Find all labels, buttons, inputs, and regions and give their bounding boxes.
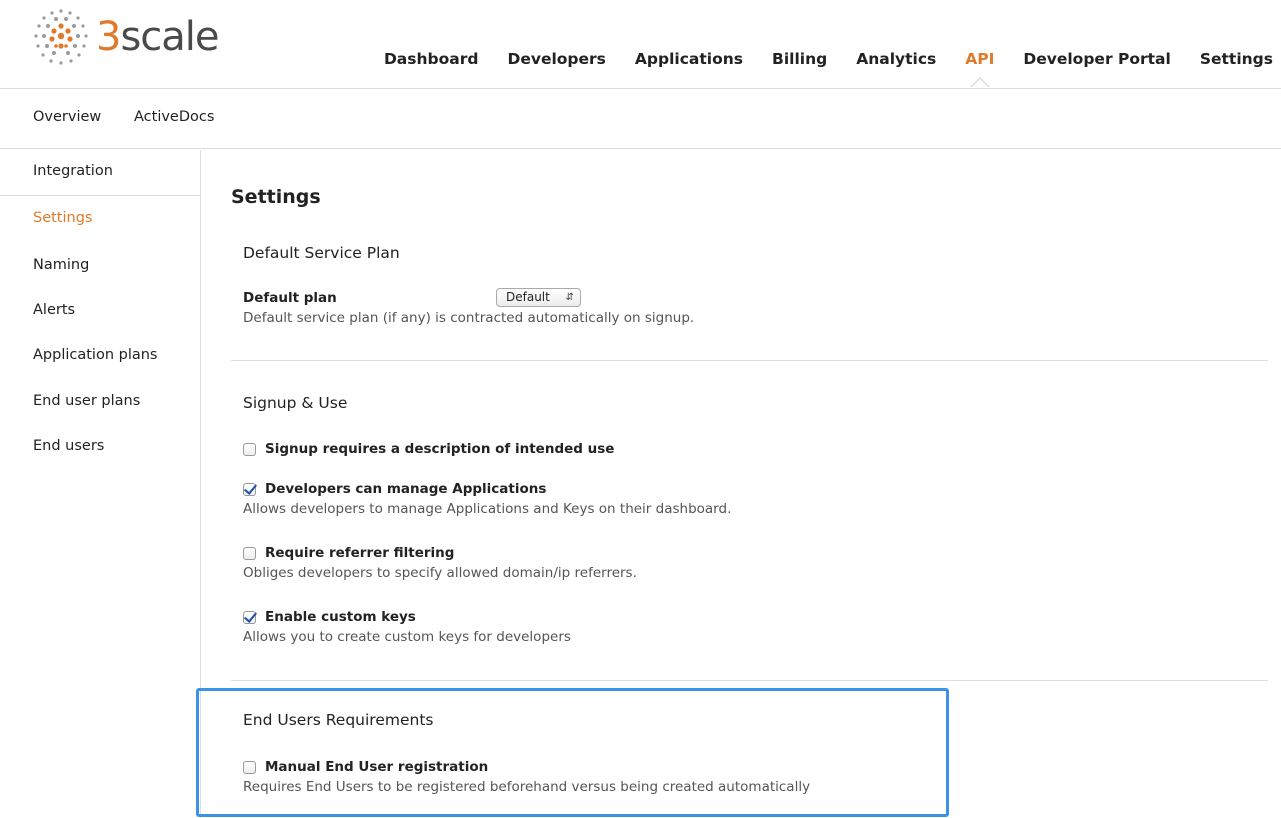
sidebar-item-application-plans[interactable]: Application plans xyxy=(33,347,158,363)
section-signup-use: Signup & Use xyxy=(243,394,348,412)
section-default-service-plan: Default Service Plan xyxy=(243,244,400,262)
nav-api-label: API xyxy=(965,50,995,68)
checkbox-manage-applications[interactable] xyxy=(243,482,256,496)
default-plan-label: Default plan xyxy=(243,290,337,306)
option-referrer-filtering[interactable]: Require referrer filtering xyxy=(243,545,454,561)
active-caret-inner xyxy=(970,79,989,88)
top-header: 3scale Dashboard Developers Applications… xyxy=(0,0,1281,89)
sidebar-item-end-users[interactable]: End users xyxy=(33,438,104,454)
checkbox-manual-end-user-registration[interactable] xyxy=(243,760,256,774)
option-label: Developers can manage Applications xyxy=(265,481,547,497)
logo-word: scale xyxy=(120,14,219,60)
subnav-overview[interactable]: Overview xyxy=(33,109,101,125)
section-end-users-requirements: End Users Requirements xyxy=(243,711,434,729)
checkbox-signup-description[interactable] xyxy=(243,442,256,456)
checkbox-referrer-filtering[interactable] xyxy=(243,546,256,560)
nav-settings[interactable]: Settings xyxy=(1200,50,1273,68)
option-hint: Allows you to create custom keys for dev… xyxy=(243,629,571,645)
logo-dots-icon xyxy=(34,9,88,65)
default-plan-hint: Default service plan (if any) is contrac… xyxy=(243,310,695,326)
sidebar-item-naming[interactable]: Naming xyxy=(33,257,89,273)
main-nav: Dashboard Developers Applications Billin… xyxy=(355,50,1273,88)
page-title: Settings xyxy=(231,186,321,208)
nav-analytics[interactable]: Analytics xyxy=(856,50,936,68)
section-divider xyxy=(231,680,1268,681)
nav-developers[interactable]: Developers xyxy=(507,50,605,68)
subnav-activedocs[interactable]: ActiveDocs xyxy=(134,109,214,125)
option-label: Enable custom keys xyxy=(265,609,416,625)
sidebar-item-settings[interactable]: Settings xyxy=(33,210,92,226)
logo[interactable]: 3scale xyxy=(30,6,220,68)
select-arrows-icon: ⇵ xyxy=(565,292,574,303)
option-manual-end-user-registration[interactable]: Manual End User registration xyxy=(243,759,488,775)
nav-api[interactable]: API xyxy=(965,50,995,88)
option-hint: Obliges developers to specify allowed do… xyxy=(243,565,637,581)
default-plan-value: Default xyxy=(506,290,550,304)
highlight-box xyxy=(196,688,949,817)
nav-applications[interactable]: Applications xyxy=(635,50,743,68)
logo-prefix: 3 xyxy=(96,14,121,60)
section-divider xyxy=(231,360,1268,361)
sidebar-item-alerts[interactable]: Alerts xyxy=(33,302,75,318)
option-hint: Allows developers to manage Applications… xyxy=(243,501,732,517)
option-label: Signup requires a description of intende… xyxy=(265,441,615,457)
option-label: Manual End User registration xyxy=(265,759,489,775)
option-custom-keys[interactable]: Enable custom keys xyxy=(243,609,416,625)
nav-billing[interactable]: Billing xyxy=(772,50,827,68)
option-label: Require referrer filtering xyxy=(265,545,455,561)
nav-developer-portal[interactable]: Developer Portal xyxy=(1023,50,1170,68)
default-plan-select[interactable]: Default ⇵ xyxy=(496,288,581,307)
option-hint: Requires End Users to be registered befo… xyxy=(243,779,811,795)
option-manage-applications[interactable]: Developers can manage Applications xyxy=(243,481,546,497)
sidebar-item-end-user-plans[interactable]: End user plans xyxy=(33,393,140,409)
sidebar: Integration Settings Naming Alerts Appli… xyxy=(0,150,201,818)
sidebar-item-integration[interactable]: Integration xyxy=(33,163,113,179)
sub-nav: Overview ActiveDocs xyxy=(0,89,1281,149)
logo-wordmark: 3scale xyxy=(96,6,220,68)
option-signup-description[interactable]: Signup requires a description of intende… xyxy=(243,441,614,457)
nav-dashboard[interactable]: Dashboard xyxy=(384,50,479,68)
checkbox-custom-keys[interactable] xyxy=(243,610,256,624)
sidebar-divider xyxy=(0,195,201,196)
